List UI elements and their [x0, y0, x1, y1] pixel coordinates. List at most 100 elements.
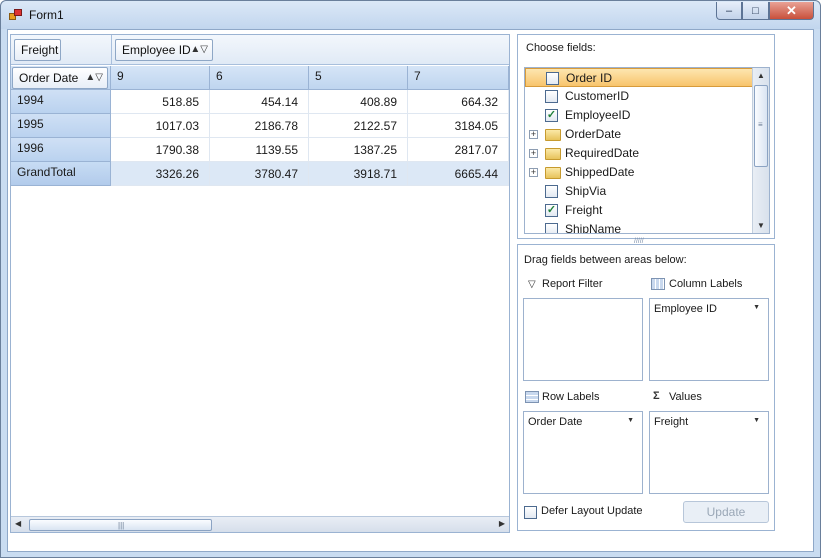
vertical-scrollbar[interactable]: ▲ ≡ ▼: [752, 68, 769, 233]
column-field-label: Employee ID: [122, 43, 191, 57]
field-item-shippeddate[interactable]: + ShippedDate: [525, 163, 753, 182]
total-cell[interactable]: 6665.44: [408, 162, 509, 186]
checkbox-checked[interactable]: ✓: [545, 204, 558, 217]
areas-caption: Drag fields between areas below:: [524, 254, 687, 266]
scroll-right-icon[interactable]: ▶: [499, 519, 505, 528]
sort-filter-icon[interactable]: ▲▽: [190, 40, 208, 60]
data-cell[interactable]: 1017.03: [111, 114, 210, 138]
column-labels-icon: [651, 278, 665, 290]
row-labels-area[interactable]: Order Date ▼: [523, 411, 643, 494]
scroll-up-icon[interactable]: ▲: [757, 71, 765, 80]
field-item-freight[interactable]: ✓ Freight: [525, 201, 753, 220]
chevron-down-icon[interactable]: ▼: [627, 417, 634, 424]
scroll-left-icon[interactable]: ◀: [15, 519, 21, 528]
column-labels-item[interactable]: Employee ID: [654, 303, 717, 315]
expand-icon[interactable]: +: [529, 168, 538, 177]
field-item-customerid[interactable]: CustomerID: [525, 87, 753, 106]
row-header[interactable]: 1994: [11, 90, 111, 114]
row-header[interactable]: 1996: [11, 138, 111, 162]
column-header[interactable]: 7: [408, 66, 509, 90]
data-cell[interactable]: 1790.38: [111, 138, 210, 162]
report-filter-label: Report Filter: [542, 278, 603, 290]
values-label: Values: [669, 391, 702, 403]
field-item-shipname[interactable]: ShipName: [525, 220, 753, 233]
scroll-down-icon[interactable]: ▼: [757, 221, 765, 230]
field-label: ShipVia: [565, 184, 607, 198]
report-filter-area[interactable]: [523, 298, 643, 381]
checkbox-checked[interactable]: ✓: [545, 109, 558, 122]
data-cell[interactable]: 2122.57: [309, 114, 408, 138]
data-cell[interactable]: 2817.07: [408, 138, 509, 162]
field-item-requireddate[interactable]: + RequiredDate: [525, 144, 753, 163]
data-cell[interactable]: 454.14: [210, 90, 309, 114]
data-cell[interactable]: 1387.25: [309, 138, 408, 162]
scroll-thumb[interactable]: |||: [29, 519, 212, 531]
minimize-button[interactable]: –: [716, 2, 742, 20]
total-cell[interactable]: 3326.26: [111, 162, 210, 186]
column-labels-label: Column Labels: [669, 278, 743, 290]
field-label: OrderDate: [565, 127, 622, 141]
update-button[interactable]: Update: [683, 501, 769, 523]
chevron-down-icon[interactable]: ▼: [753, 417, 760, 424]
field-item-employeeid[interactable]: ✓ EmployeeID: [525, 106, 753, 125]
data-cell[interactable]: 664.32: [408, 90, 509, 114]
field-label: ShippedDate: [565, 165, 635, 179]
defer-layout-label: Defer Layout Update: [541, 505, 643, 517]
sort-filter-icon[interactable]: ▲▽: [85, 68, 103, 88]
folder-icon: [545, 129, 561, 141]
data-cell[interactable]: 3184.05: [408, 114, 509, 138]
grand-total-header[interactable]: GrandTotal: [11, 162, 111, 186]
field-label: EmployeeID: [565, 108, 631, 122]
field-item-shipvia[interactable]: ShipVia: [525, 182, 753, 201]
row-field-label: Order Date: [19, 71, 79, 85]
expand-icon[interactable]: +: [529, 149, 538, 158]
values-item[interactable]: Freight: [654, 416, 688, 428]
maximize-button[interactable]: □: [742, 2, 769, 20]
row-labels-label: Row Labels: [542, 391, 600, 403]
minimize-icon: –: [725, 4, 733, 17]
folder-icon: [545, 148, 561, 160]
data-field-label: Freight: [21, 43, 59, 57]
window-title: Form1: [29, 8, 64, 22]
field-item-orderdate[interactable]: + OrderDate: [525, 125, 753, 144]
total-cell[interactable]: 3918.71: [309, 162, 408, 186]
data-cell[interactable]: 408.89: [309, 90, 408, 114]
close-button[interactable]: ✕: [769, 2, 814, 20]
values-area[interactable]: Freight ▼: [649, 411, 769, 494]
title-bar[interactable]: Form1 – □ ✕: [1, 1, 820, 29]
scroll-thumb[interactable]: ≡: [754, 85, 768, 167]
data-cell[interactable]: 518.85: [111, 90, 210, 114]
column-header[interactable]: 9: [111, 66, 210, 90]
total-cell[interactable]: 3780.47: [210, 162, 309, 186]
pivot-grid: Freight Employee ID ▲▽ Order Date ▲▽ 9 6…: [10, 34, 510, 533]
expand-icon[interactable]: +: [529, 130, 538, 139]
data-field-button[interactable]: Freight: [14, 39, 61, 61]
maximize-icon: □: [752, 4, 759, 17]
field-item-order-id[interactable]: Order ID: [525, 68, 753, 87]
horizontal-scrollbar[interactable]: ◀ ||| ▶: [11, 516, 509, 532]
choose-fields-caption: Choose fields:: [526, 42, 596, 54]
column-header[interactable]: 5: [309, 66, 408, 90]
checkbox[interactable]: [545, 90, 558, 103]
filter-icon: ▽: [528, 279, 536, 290]
row-labels-icon: [525, 391, 539, 403]
grip-icon: |||: [118, 521, 125, 530]
checkbox[interactable]: [545, 223, 558, 233]
data-cell[interactable]: 2186.78: [210, 114, 309, 138]
chevron-down-icon[interactable]: ▼: [753, 304, 760, 311]
folder-icon: [545, 167, 561, 179]
data-area: Freight: [11, 35, 111, 65]
row-labels-item[interactable]: Order Date: [528, 416, 582, 428]
checkbox[interactable]: [545, 185, 558, 198]
column-header[interactable]: 6: [210, 66, 309, 90]
column-area: Employee ID ▲▽: [111, 35, 509, 65]
checkbox[interactable]: [546, 72, 559, 85]
data-cell[interactable]: 1139.55: [210, 138, 309, 162]
row-field-button[interactable]: Order Date ▲▽: [12, 67, 108, 89]
column-labels-area[interactable]: Employee ID ▼: [649, 298, 769, 381]
defer-layout-checkbox[interactable]: [524, 506, 537, 519]
row-header[interactable]: 1995: [11, 114, 111, 138]
field-list: Order ID CustomerID ✓ EmployeeID + Order…: [524, 67, 770, 234]
column-field-button[interactable]: Employee ID ▲▽: [115, 39, 213, 61]
field-label: Freight: [565, 203, 603, 217]
